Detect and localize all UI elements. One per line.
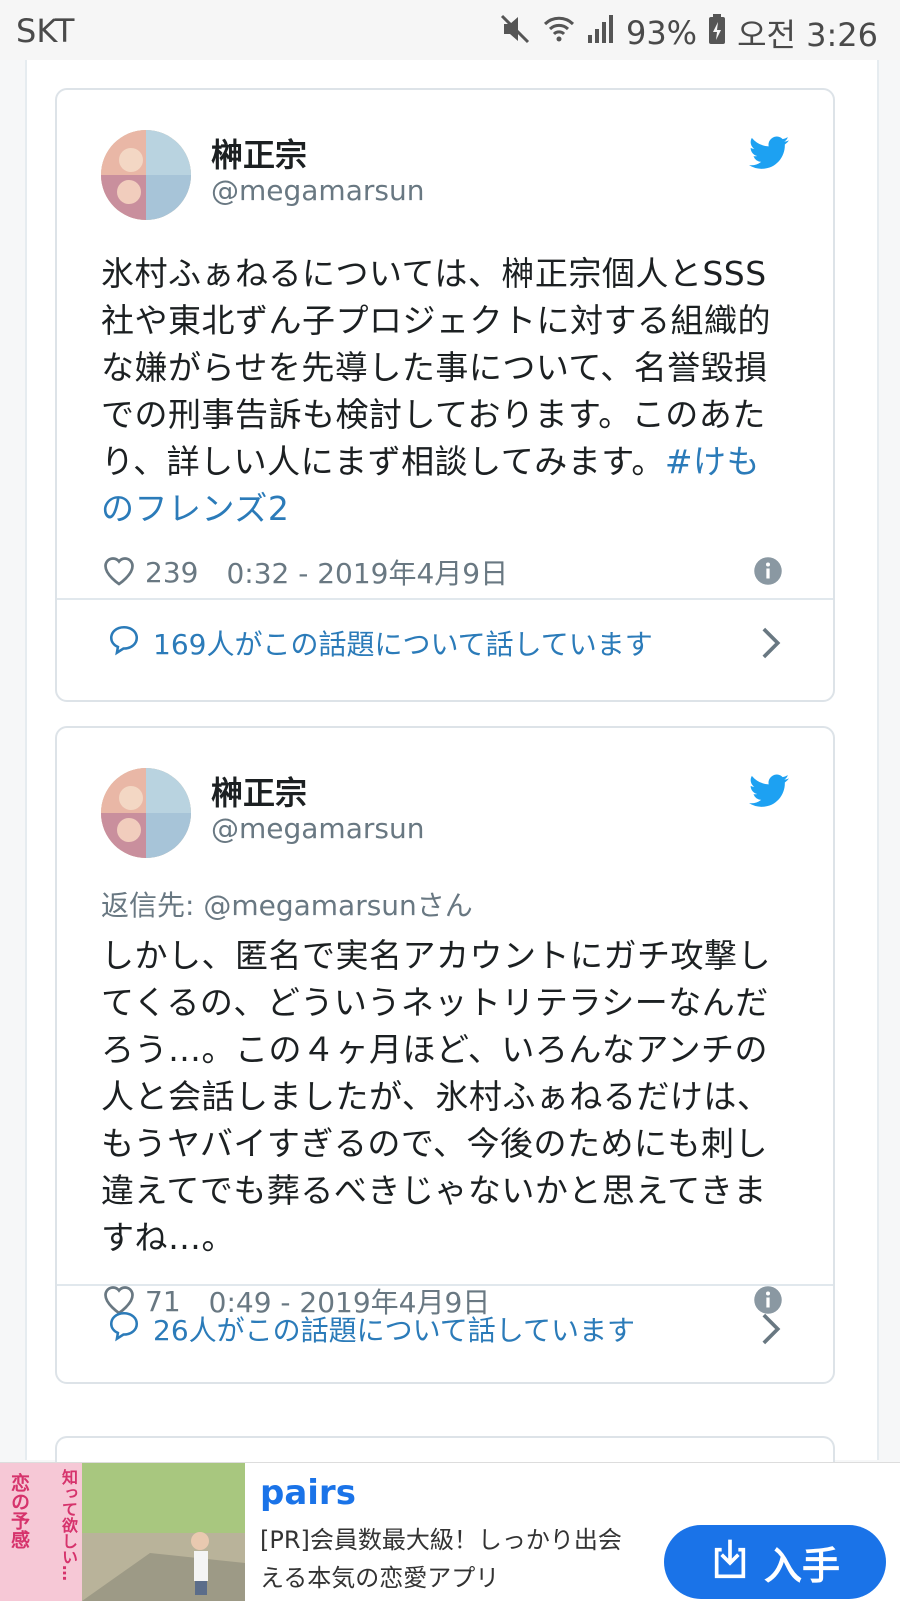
clock: 오전 3:26: [737, 16, 878, 54]
ad-image-text-2: 知って欲しい…: [59, 1469, 78, 1581]
tweet-meta: 239 0:32 - 2019年4月9日: [101, 552, 789, 592]
ad-image-text: 恋の予感: [8, 1473, 30, 1549]
mute-icon: [498, 12, 532, 54]
install-button-label[interactable]: 入手: [764, 1535, 840, 1590]
ad-brand[interactable]: pairs: [260, 1473, 356, 1513]
comment-icon: [107, 623, 141, 664]
install-button[interactable]: 入手: [664, 1525, 886, 1599]
carrier-label: SKT: [16, 12, 75, 50]
battery-percent: 93%: [625, 14, 698, 52]
ad-image[interactable]: 恋の予感 知って欲しい…: [0, 1463, 245, 1601]
tweet-card[interactable]: 榊正宗 @megamarsun 氷村ふぁねるについては、榊正宗個人とSSS社や東…: [55, 88, 835, 702]
like-count[interactable]: 239: [145, 556, 198, 589]
replies-link[interactable]: 26人がこの話題について話しています: [57, 1286, 833, 1372]
replies-link[interactable]: 169人がこの話題について話しています: [57, 600, 833, 686]
ad-banner[interactable]: 恋の予感 知って欲しい… pairs [PR]会員数最大級！しっかり出会える本気…: [0, 1462, 900, 1601]
status-bar: SKT 93% 오전 3:26: [0, 0, 900, 60]
ad-description[interactable]: [PR]会員数最大級！しっかり出会える本気の恋愛アプリ: [260, 1521, 640, 1597]
battery-icon: [707, 13, 727, 53]
comment-icon: [107, 1309, 141, 1350]
reply-to-label[interactable]: 返信先: @megamarsunさん: [101, 884, 789, 924]
wifi-icon: [542, 12, 576, 54]
download-icon: [710, 1536, 750, 1589]
tweet-timestamp[interactable]: 0:32 - 2019年4月9日: [226, 552, 508, 592]
status-indicators: 93% 오전 3:26: [498, 10, 878, 56]
chevron-right-icon[interactable]: [759, 1312, 781, 1353]
tweet-text: 氷村ふぁねるについては、榊正宗個人とSSS社や東北ずん子プロジェクトに対する組織…: [101, 250, 789, 532]
tweet-text: しかし、匿名で実名アカウントにガチ攻撃してくるの、どういうネットリテラシーなんだ…: [101, 936, 771, 1257]
info-icon[interactable]: [753, 556, 783, 593]
replies-label[interactable]: 169人がこの話題について話しています: [153, 623, 653, 663]
heart-icon[interactable]: [101, 552, 137, 593]
replies-label[interactable]: 26人がこの話題について話しています: [153, 1309, 635, 1349]
embedded-tweets-page: 榊正宗 @megamarsun 氷村ふぁねるについては、榊正宗個人とSSS社や東…: [25, 60, 879, 1498]
tweet-card[interactable]: 榊正宗 @megamarsun 返信先: @megamarsunさん しかし、匿…: [55, 726, 835, 1384]
signal-icon: [586, 13, 616, 53]
chevron-right-icon[interactable]: [759, 626, 781, 667]
